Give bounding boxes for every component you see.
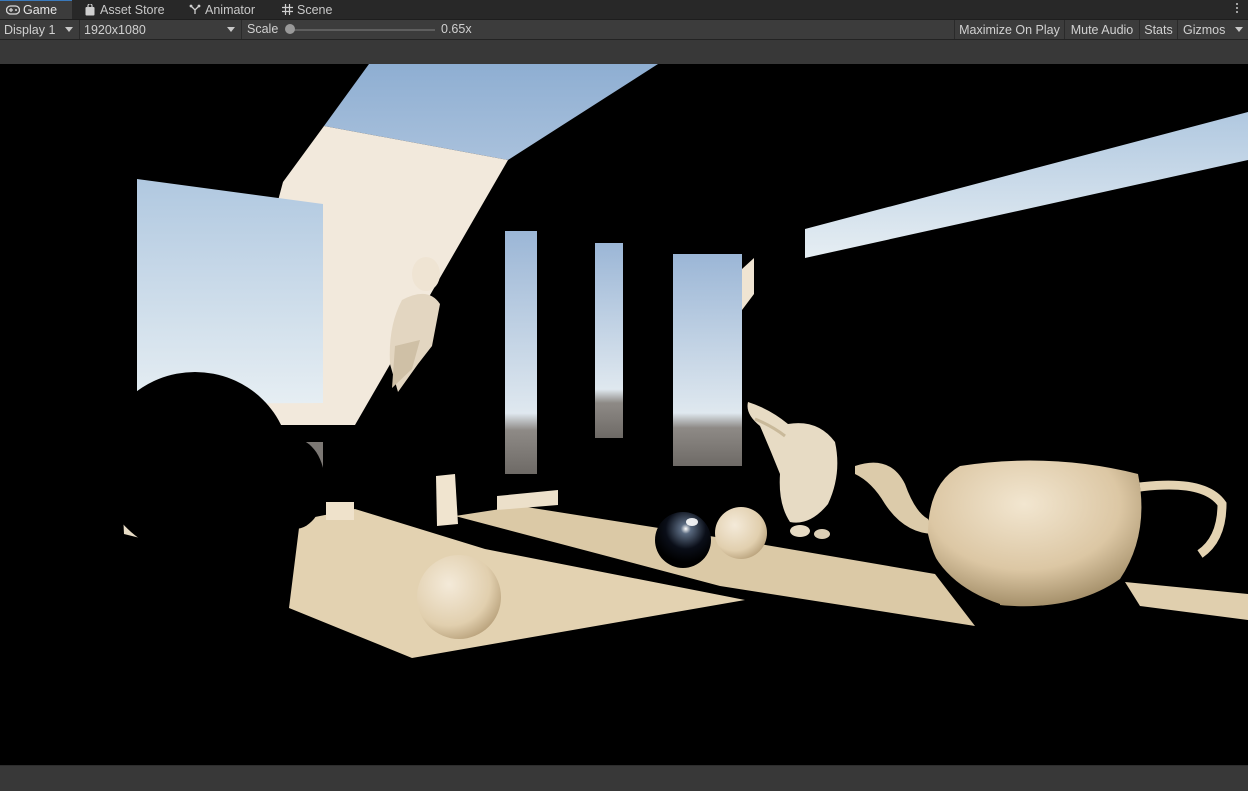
- mute-audio-label: Mute Audio: [1070, 22, 1134, 37]
- left-window: [137, 179, 323, 404]
- grid-icon: [280, 3, 294, 17]
- gamepad-icon: [6, 3, 20, 17]
- chrome-sphere: [655, 512, 711, 568]
- animator-icon: [188, 3, 202, 17]
- chevron-down-icon: [65, 27, 73, 32]
- tab-asset-store-label: Asset Store: [100, 2, 165, 17]
- matte-sphere-large: [417, 555, 501, 639]
- stats-label: Stats: [1144, 22, 1173, 37]
- narrow-window-3: [673, 254, 742, 466]
- rendered-scene: [100, 64, 1248, 658]
- resolution-dropdown-value: 1920x1080: [84, 22, 146, 37]
- gizmos-dropdown[interactable]: Gizmos: [1177, 20, 1248, 39]
- viewport-letterbox-top: [0, 40, 1248, 64]
- scale-slider-track[interactable]: [290, 29, 435, 31]
- tab-game-label: Game: [23, 3, 58, 17]
- editor-tab-bar: Game Asset Store Animator Scene: [0, 0, 1248, 20]
- game-viewport[interactable]: [0, 64, 1248, 765]
- mute-audio-toggle[interactable]: Mute Audio: [1064, 20, 1139, 39]
- stats-toggle[interactable]: Stats: [1139, 20, 1177, 39]
- chevron-down-icon: [1235, 27, 1243, 32]
- window-frame-edge: [742, 258, 754, 310]
- viewport-letterbox-bottom: [0, 765, 1248, 791]
- tab-scene-label: Scene: [297, 2, 333, 17]
- resolution-dropdown[interactable]: 1920x1080: [80, 20, 242, 39]
- display-dropdown-value: Display 1: [4, 22, 56, 37]
- tab-game[interactable]: Game: [0, 0, 72, 19]
- dark-sphere-2: [265, 439, 325, 529]
- chrome-sphere-highlight: [686, 518, 698, 526]
- display-dropdown[interactable]: Display 1: [0, 20, 80, 39]
- tab-asset-store[interactable]: Asset Store: [83, 0, 165, 19]
- gizmos-label: Gizmos: [1183, 22, 1226, 37]
- tab-scene[interactable]: Scene: [280, 0, 332, 19]
- right-window-strip: [805, 112, 1248, 258]
- dark-sphere: [100, 372, 290, 556]
- low-block: [497, 490, 558, 510]
- floor-light-right: [1125, 582, 1248, 620]
- tab-animator-label: Animator: [205, 2, 256, 17]
- game-view-toolbar: Display 1 1920x1080 Scale 0.65x Maximize…: [0, 20, 1248, 40]
- more-options-icon[interactable]: [1234, 2, 1240, 16]
- tab-animator[interactable]: Animator: [188, 0, 255, 19]
- matte-sphere-small: [715, 507, 767, 559]
- step-block: [326, 502, 354, 520]
- maximize-on-play-label: Maximize On Play: [959, 22, 1060, 37]
- shopping-bag-icon: [83, 3, 97, 17]
- chevron-down-icon: [227, 27, 235, 32]
- scale-slider-handle[interactable]: [285, 24, 295, 34]
- small-block: [436, 474, 458, 526]
- scale-value: 0.65x: [441, 22, 472, 36]
- narrow-window-1: [505, 231, 537, 474]
- scale-label: Scale: [247, 22, 279, 36]
- narrow-window-2: [595, 243, 623, 438]
- maximize-on-play-toggle[interactable]: Maximize On Play: [954, 20, 1064, 39]
